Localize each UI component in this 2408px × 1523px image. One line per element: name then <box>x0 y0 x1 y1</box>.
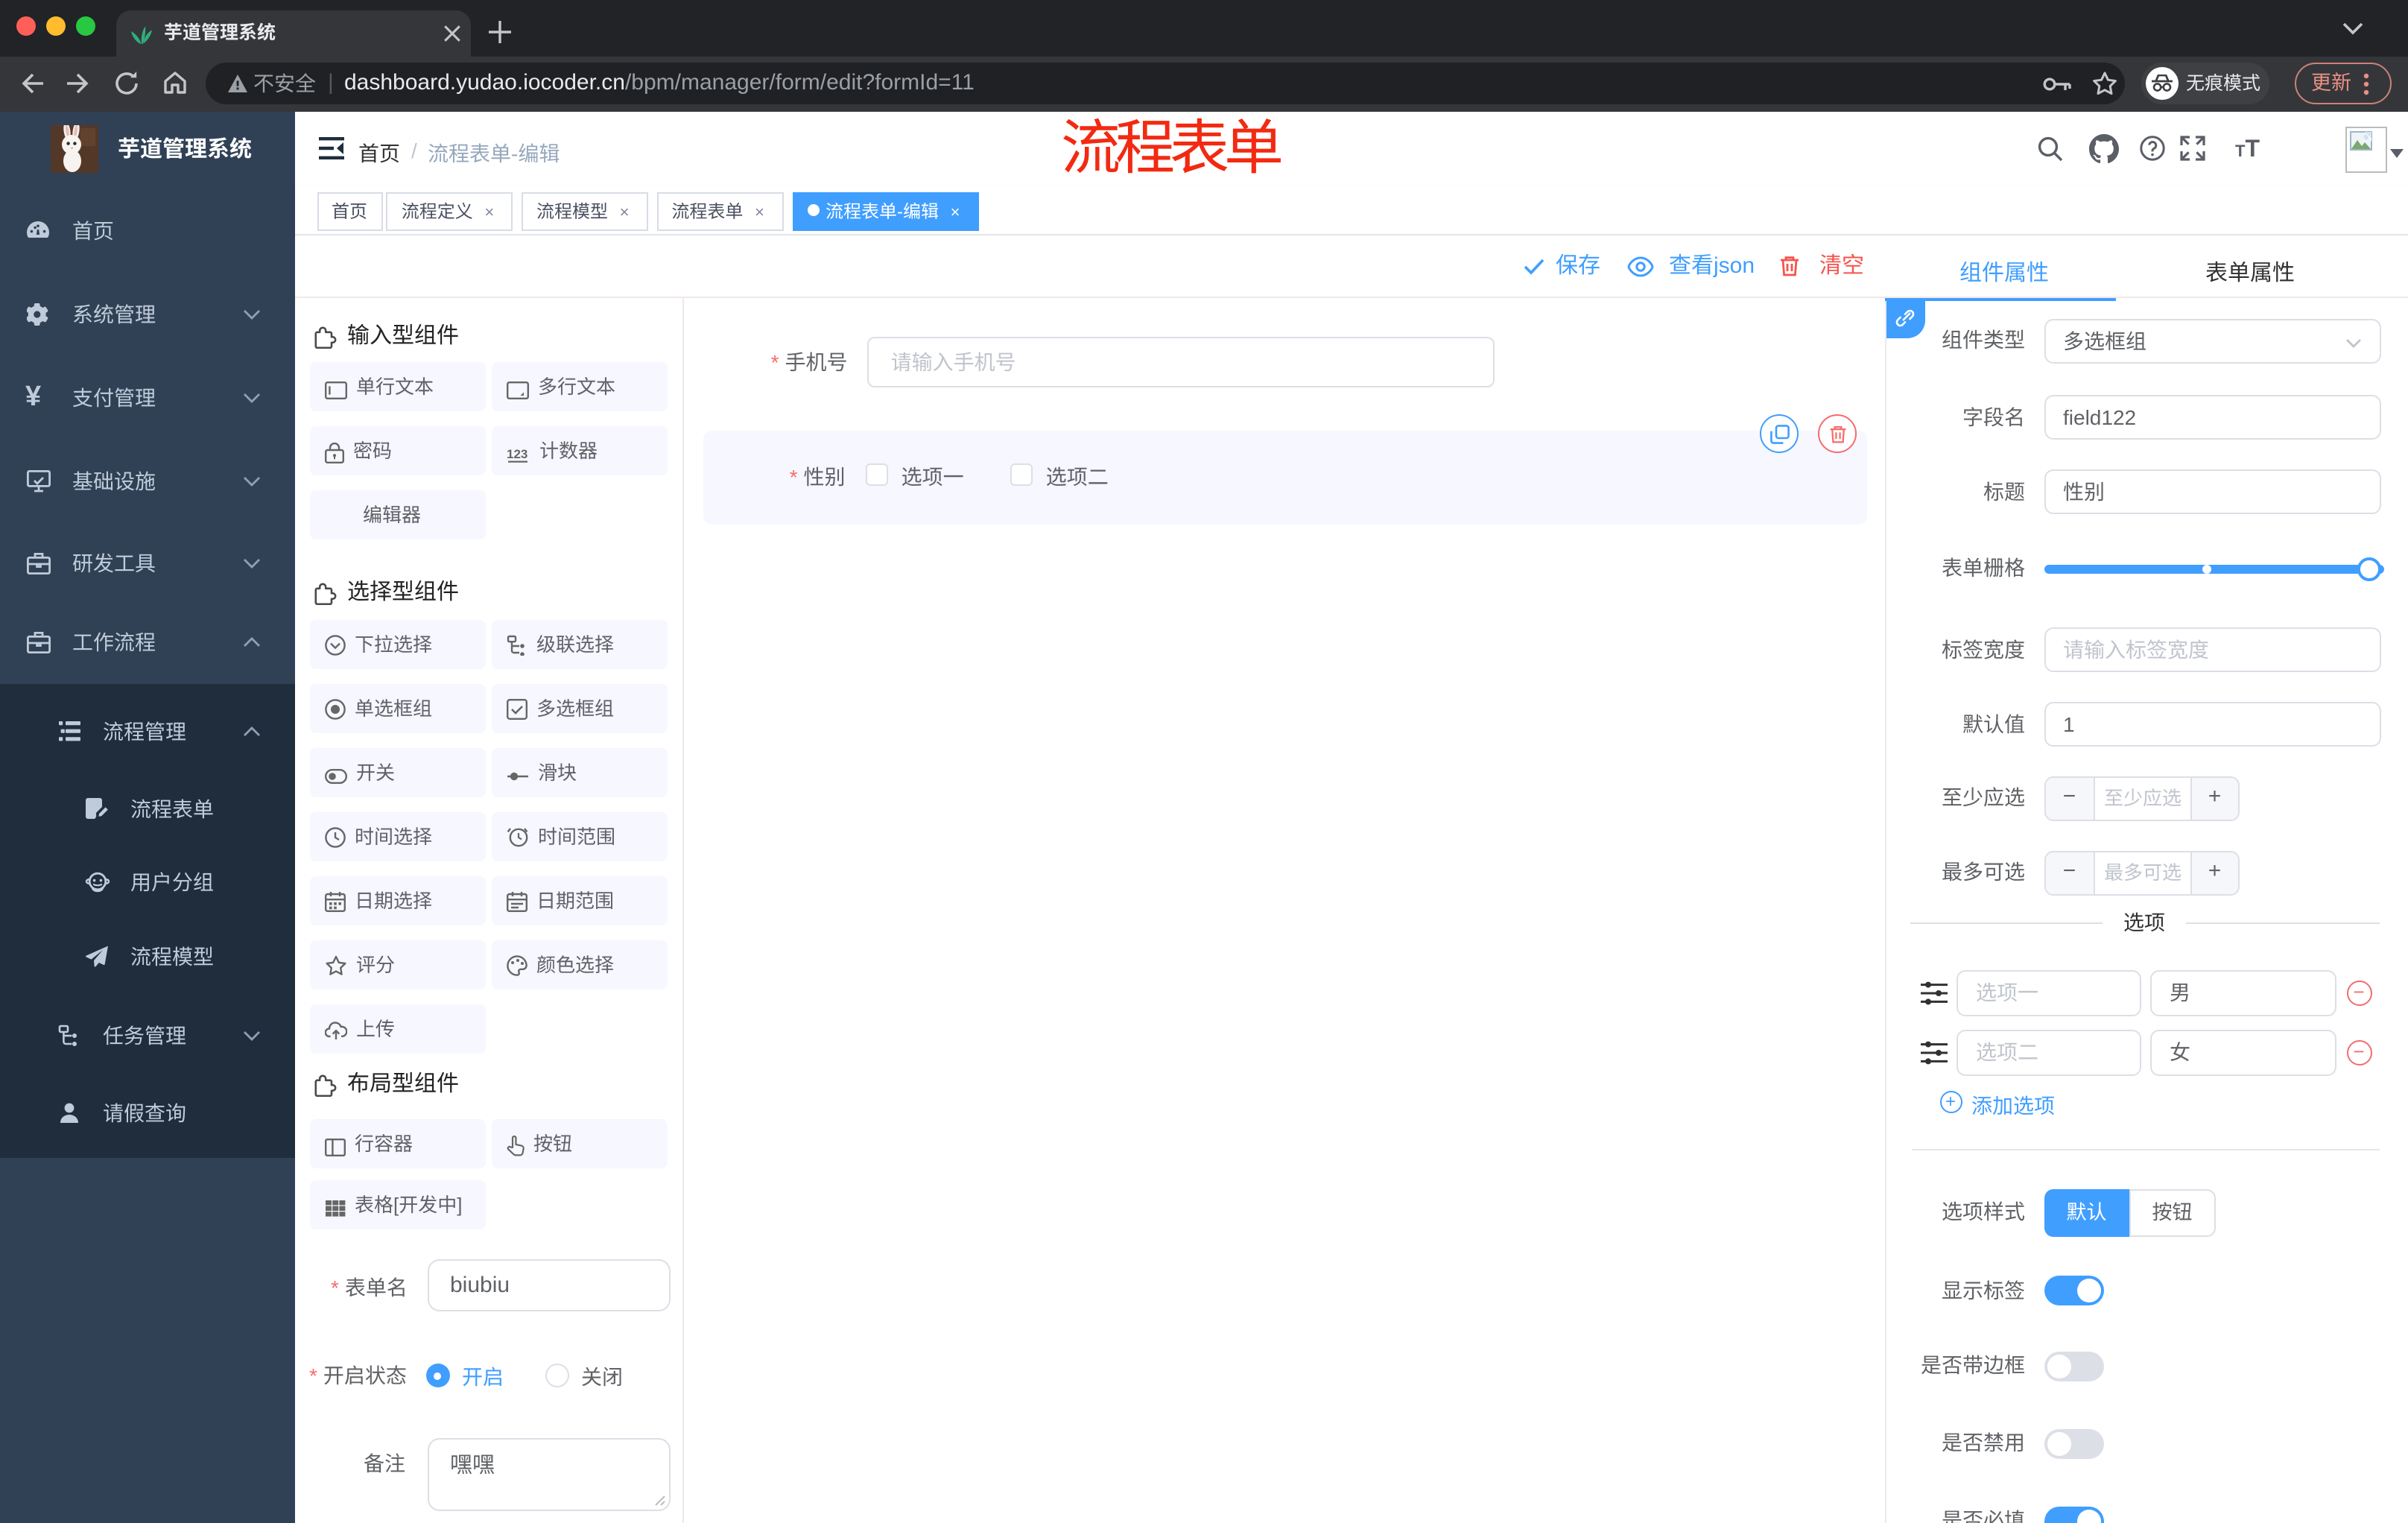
svg-text:123: 123 <box>507 446 527 460</box>
